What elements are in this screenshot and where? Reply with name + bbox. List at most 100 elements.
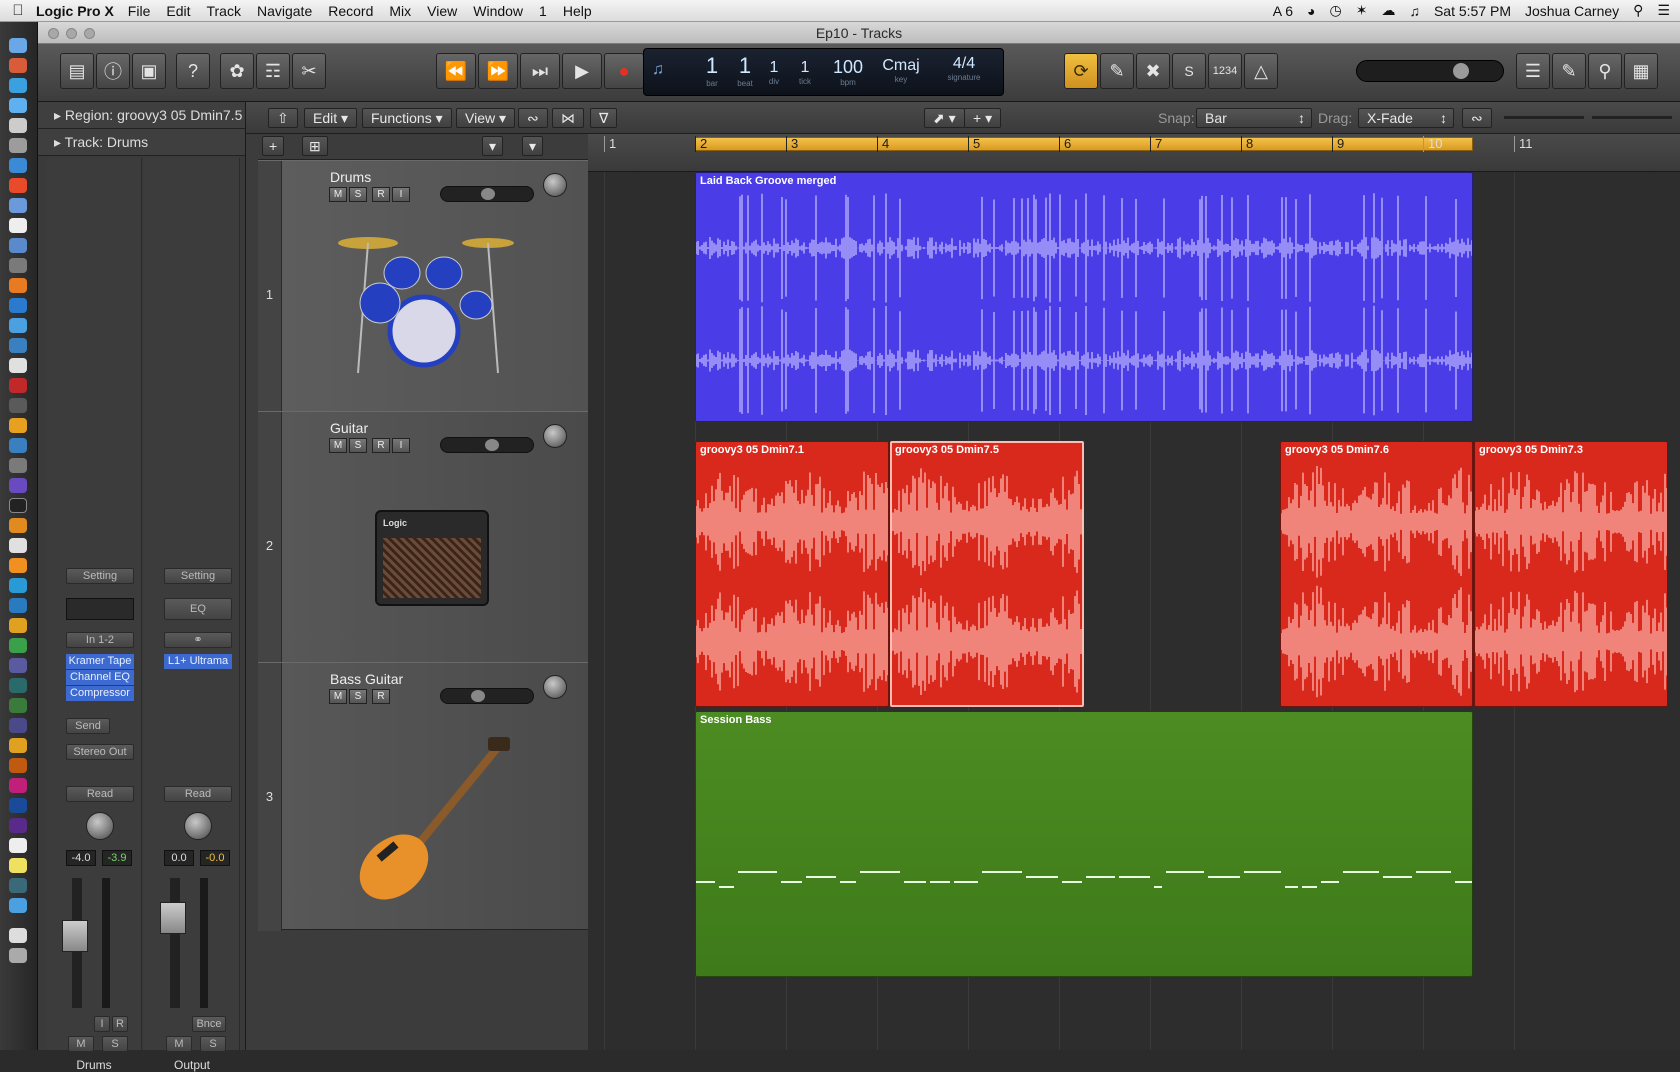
forward-button[interactable]: ⏩ <box>478 53 518 89</box>
time-machine-icon[interactable]: ◷ <box>1330 2 1342 19</box>
go-to-end-button[interactable]: ⏭ <box>520 53 560 89</box>
app-icon[interactable] <box>9 338 27 353</box>
setting-button[interactable]: Setting <box>66 568 134 584</box>
app-icon[interactable] <box>9 438 27 453</box>
waveform-height-button[interactable]: ∾ <box>1462 108 1492 128</box>
note-pads-button[interactable]: ✎ <box>1552 53 1586 89</box>
calendar-icon[interactable] <box>9 218 27 233</box>
audio-region-drums[interactable]: Laid Back Groove merged <box>695 172 1473 422</box>
add-track-button[interactable]: + <box>262 136 285 156</box>
app-menu[interactable]: Logic Pro X <box>36 3 114 19</box>
lcd-display[interactable]: ♫ 1 bar 1 beat 1 div 1 tick 100 bpm Cmaj key 4… <box>643 48 1004 96</box>
solo-button[interactable]: S <box>349 187 367 202</box>
close-button[interactable] <box>48 28 59 39</box>
menu-navigate[interactable]: Navigate <box>257 3 312 19</box>
app-icon[interactable] <box>9 78 27 93</box>
toolbar-button[interactable]: ▣ <box>132 53 166 89</box>
pan-knob[interactable] <box>543 424 567 448</box>
mute-button[interactable]: M <box>329 438 347 453</box>
loop-browser-button[interactable]: ⚲ <box>1588 53 1622 89</box>
library-button[interactable]: ▤ <box>60 53 94 89</box>
dw-icon[interactable] <box>9 698 27 713</box>
setting-button[interactable]: Setting <box>164 568 232 584</box>
horizontal-zoom-slider[interactable] <box>1592 116 1672 119</box>
quick-help-button[interactable]: ? <box>176 53 210 89</box>
edit-menu[interactable]: Edit ▾ <box>304 108 358 128</box>
app-icon[interactable] <box>9 878 27 893</box>
app-icon[interactable] <box>9 838 27 853</box>
metronome-button[interactable]: △ <box>1244 53 1278 89</box>
tuner-button[interactable]: ✎ <box>1100 53 1134 89</box>
eq-display[interactable] <box>66 598 134 620</box>
track-header-3[interactable]: 3 Bass Guitar M S R <box>258 662 588 931</box>
spotlight-icon[interactable]: ⚲ <box>1633 2 1643 19</box>
menu-mix[interactable]: Mix <box>389 3 411 19</box>
solo-button[interactable]: S <box>1172 53 1206 89</box>
eq-display[interactable]: EQ <box>164 598 232 620</box>
logic-icon[interactable] <box>9 498 27 513</box>
tracks-area[interactable]: 1 2 3 4 5 6 7 8 9 10 11 Laid Back Groove merged gr… <box>588 134 1680 1050</box>
track-name[interactable]: Drums <box>330 169 371 185</box>
track-volume-slider[interactable] <box>440 688 534 704</box>
downloads-icon[interactable] <box>9 928 27 943</box>
volume-icon[interactable]: ♫ <box>1409 3 1420 19</box>
app-icon[interactable] <box>9 138 27 153</box>
pan-knob[interactable] <box>86 812 114 840</box>
volume-value[interactable]: -4.0 <box>66 850 96 866</box>
app-icon[interactable] <box>9 58 27 73</box>
volume-thumb[interactable] <box>481 188 495 200</box>
app-icon[interactable] <box>9 238 27 253</box>
filezilla-icon[interactable] <box>9 178 27 193</box>
safari-icon[interactable] <box>9 98 27 113</box>
plugin-slot[interactable]: Kramer Tape <box>66 654 134 669</box>
ruler[interactable]: 1 2 3 4 5 6 7 8 9 10 11 <box>588 134 1680 172</box>
menu-edit[interactable]: Edit <box>166 3 190 19</box>
apple-menu-icon[interactable]:  <box>0 2 36 19</box>
menu-record[interactable]: Record <box>328 3 373 19</box>
menu-file[interactable]: File <box>128 3 151 19</box>
user-name[interactable]: Joshua Carney <box>1525 3 1619 19</box>
app-icon[interactable] <box>9 598 27 613</box>
volume-fader[interactable] <box>62 920 88 952</box>
record-button[interactable]: ● <box>604 53 644 89</box>
ai-icon[interactable] <box>9 758 27 773</box>
pr-icon[interactable] <box>9 818 27 833</box>
midi-region-bass[interactable]: Session Bass <box>695 711 1473 977</box>
ae-icon[interactable] <box>9 658 27 673</box>
app-icon[interactable] <box>9 318 27 333</box>
play-button[interactable]: ▶ <box>562 53 602 89</box>
track-volume-slider[interactable] <box>440 186 534 202</box>
menu-window[interactable]: Window <box>473 3 523 19</box>
input-slot[interactable]: In 1-2 <box>66 632 134 648</box>
bounce-button[interactable]: Bnce <box>192 1016 226 1032</box>
browsers-button[interactable]: ▦ <box>1624 53 1658 89</box>
notification-center-icon[interactable]: ☰ <box>1657 2 1670 19</box>
cycle-region[interactable] <box>695 137 1473 151</box>
app-icon[interactable] <box>9 298 27 313</box>
input-monitor-button[interactable]: I <box>392 438 410 453</box>
record-enable-button[interactable]: R <box>372 689 390 704</box>
list-editors-button[interactable]: ☰ <box>1516 53 1550 89</box>
drag-select[interactable]: X-Fade ↕ <box>1358 108 1454 128</box>
app-icon[interactable] <box>9 398 27 413</box>
catch-button[interactable]: ⇧ <box>268 108 298 128</box>
trash-icon[interactable] <box>9 948 27 963</box>
track-inspector-header[interactable]: ▸ Track: Drums <box>38 129 245 156</box>
record-enable-button[interactable]: R <box>372 187 390 202</box>
app-icon[interactable] <box>9 618 27 633</box>
pan-knob[interactable] <box>543 675 567 699</box>
firefox-icon[interactable] <box>9 278 27 293</box>
volume-thumb[interactable] <box>471 690 485 702</box>
clock[interactable]: Sat 5:57 PM <box>1434 3 1511 19</box>
volume-value[interactable]: 0.0 <box>164 850 194 866</box>
mixer-button[interactable]: ☶ <box>256 53 290 89</box>
app-icon[interactable] <box>9 518 27 533</box>
track-volume-slider[interactable] <box>440 437 534 453</box>
link-slot[interactable]: ⚭ <box>164 632 232 648</box>
app-icon[interactable] <box>9 898 27 913</box>
zoom-button[interactable] <box>84 28 95 39</box>
inspector-button[interactable]: ⓘ <box>96 53 130 89</box>
master-volume-slider[interactable] <box>1356 60 1504 82</box>
id-icon[interactable] <box>9 778 27 793</box>
menu-help[interactable]: Help <box>563 3 592 19</box>
